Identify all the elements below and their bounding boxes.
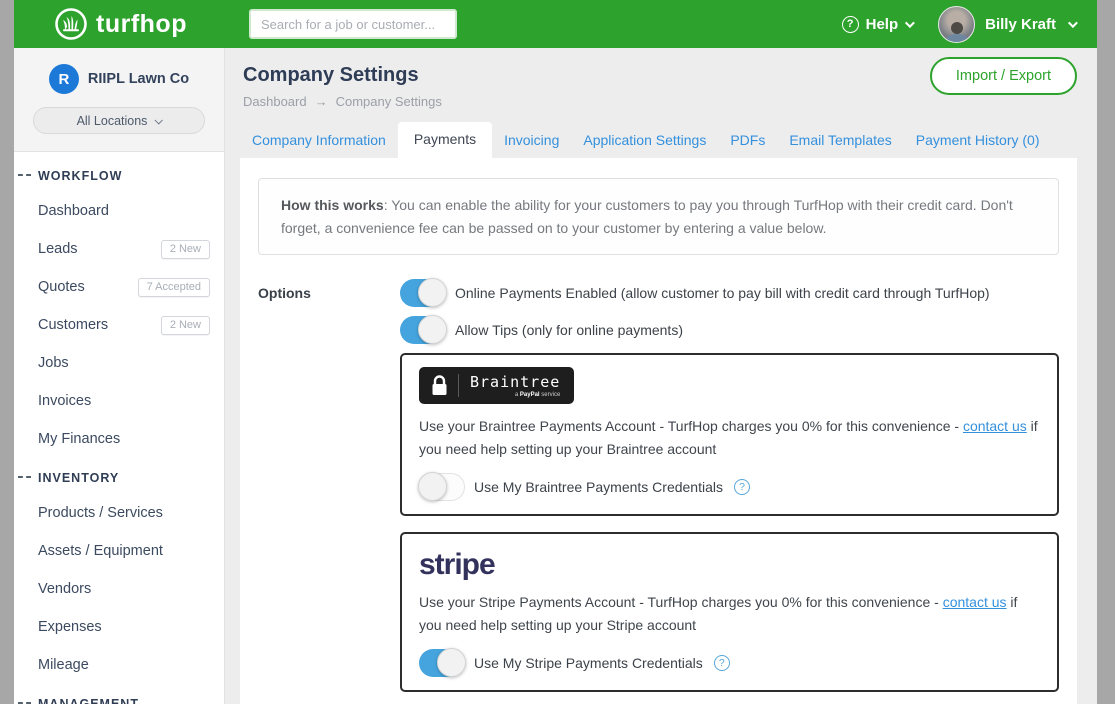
help-label: Help <box>866 16 899 33</box>
stripe-description: Use your Stripe Payments Account - TurfH… <box>419 591 1040 637</box>
customers-badge: 2 New <box>161 316 210 335</box>
braintree-card: Braintree a PayPal service Use your Brai… <box>400 353 1059 516</box>
stripe-wordmark: stripe <box>419 550 1040 580</box>
stripe-help-icon[interactable]: ? <box>714 655 730 671</box>
sidebar-item-my-finances[interactable]: My Finances <box>14 420 224 458</box>
breadcrumb-dashboard[interactable]: Dashboard <box>243 94 307 109</box>
stripe-credentials-label: Use My Stripe Payments Credentials <box>474 655 703 671</box>
sidebar-item-customers[interactable]: Customers 2 New <box>14 306 224 344</box>
toggle-knob <box>418 278 447 307</box>
tab-payment-history[interactable]: Payment History (0) <box>904 124 1052 158</box>
allow-tips-label: Allow Tips (only for online payments) <box>455 322 683 338</box>
section-inventory: INVENTORY <box>14 458 224 494</box>
section-management: MANAGEMENT <box>14 684 224 704</box>
stripe-card: stripe Use your Stripe Payments Account … <box>400 532 1059 692</box>
sidebar-item-expenses[interactable]: Expenses <box>14 608 224 646</box>
breadcrumb: Dashboard → Company Settings <box>243 94 1077 109</box>
breadcrumb-current: Company Settings <box>336 94 442 109</box>
tab-invoicing[interactable]: Invoicing <box>492 124 571 158</box>
help-menu[interactable]: ? Help <box>842 16 913 33</box>
breadcrumb-arrow-icon: → <box>315 94 328 109</box>
app-frame: turfhop ? Help Billy Kraft <box>0 0 1115 704</box>
top-navbar: turfhop ? Help Billy Kraft <box>14 0 1097 48</box>
sidebar-item-jobs[interactable]: Jobs <box>14 344 224 382</box>
chevron-down-icon <box>1068 18 1078 28</box>
tab-application-settings[interactable]: Application Settings <box>571 124 718 158</box>
braintree-description: Use your Braintree Payments Account - Tu… <box>419 415 1040 461</box>
info-text: : You can enable the ability for your cu… <box>281 197 1013 236</box>
main-content: Company Settings Dashboard → Company Set… <box>225 48 1097 704</box>
tab-company-information[interactable]: Company Information <box>240 124 398 158</box>
user-name: Billy Kraft <box>985 16 1056 33</box>
leads-badge: 2 New <box>161 240 210 259</box>
company-avatar: R <box>49 64 79 94</box>
settings-tabs: Company Information Payments Invoicing A… <box>240 122 1077 158</box>
import-export-button[interactable]: Import / Export <box>930 57 1077 95</box>
locations-label: All Locations <box>77 114 148 128</box>
sidebar-item-mileage[interactable]: Mileage <box>14 646 224 684</box>
braintree-wordmark: Braintree <box>470 374 560 391</box>
user-avatar <box>938 6 975 43</box>
section-dashes-icon <box>18 174 31 176</box>
sidebar-nav: WORKFLOW Dashboard Leads 2 New Quotes 7 … <box>14 152 224 704</box>
braintree-help-icon[interactable]: ? <box>734 479 750 495</box>
tab-payments[interactable]: Payments <box>398 122 492 158</box>
sidebar-item-quotes[interactable]: Quotes 7 Accepted <box>14 268 224 306</box>
braintree-contact-us-link[interactable]: contact us <box>963 418 1027 434</box>
chevron-down-icon <box>155 116 163 124</box>
company-name: RIIPL Lawn Co <box>88 71 189 87</box>
info-title: How this works <box>281 197 384 213</box>
tab-pdfs[interactable]: PDFs <box>718 124 777 158</box>
how-this-works-box: How this works: You can enable the abili… <box>258 178 1059 255</box>
chevron-down-icon <box>905 18 915 28</box>
toggle-knob <box>437 648 466 677</box>
paypal-service-text: a PayPal service <box>515 392 560 398</box>
sidebar-item-products-services[interactable]: Products / Services <box>14 494 224 532</box>
braintree-credentials-toggle[interactable] <box>419 473 465 501</box>
sidebar-item-dashboard[interactable]: Dashboard <box>14 192 224 230</box>
logo-divider <box>458 374 459 397</box>
toggle-knob <box>418 472 447 501</box>
user-menu[interactable]: Billy Kraft <box>938 6 1075 43</box>
turfhop-grass-icon <box>54 7 88 41</box>
global-search-input[interactable] <box>249 9 457 39</box>
tab-email-templates[interactable]: Email Templates <box>777 124 903 158</box>
sidebar: R RIIPL Lawn Co All Locations WORKFLOW D… <box>14 48 225 704</box>
sidebar-item-leads[interactable]: Leads 2 New <box>14 230 224 268</box>
stripe-contact-us-link[interactable]: contact us <box>943 594 1007 610</box>
braintree-credentials-label: Use My Braintree Payments Credentials <box>474 479 723 495</box>
brand-name: turfhop <box>96 10 187 39</box>
online-payments-toggle[interactable] <box>400 279 446 307</box>
window-edge-right <box>1097 0 1115 704</box>
quotes-badge: 7 Accepted <box>138 278 210 297</box>
allow-tips-toggle[interactable] <box>400 316 446 344</box>
turfhop-logo[interactable]: turfhop <box>54 7 187 41</box>
braintree-logo: Braintree a PayPal service <box>419 367 574 404</box>
locations-dropdown[interactable]: All Locations <box>33 107 205 134</box>
toggle-knob <box>418 315 447 344</box>
lock-icon <box>431 375 448 397</box>
online-payments-label: Online Payments Enabled (allow customer … <box>455 285 990 301</box>
payments-panel: How this works: You can enable the abili… <box>240 158 1077 704</box>
section-workflow: WORKFLOW <box>14 156 224 192</box>
sidebar-item-assets-equipment[interactable]: Assets / Equipment <box>14 532 224 570</box>
section-dashes-icon <box>18 476 31 478</box>
company-header: R RIIPL Lawn Co All Locations <box>14 48 224 152</box>
help-icon: ? <box>842 16 859 33</box>
window-edge-left <box>0 0 14 704</box>
options-label: Options <box>258 279 400 691</box>
stripe-credentials-toggle[interactable] <box>419 649 465 677</box>
sidebar-item-vendors[interactable]: Vendors <box>14 570 224 608</box>
sidebar-item-invoices[interactable]: Invoices <box>14 382 224 420</box>
